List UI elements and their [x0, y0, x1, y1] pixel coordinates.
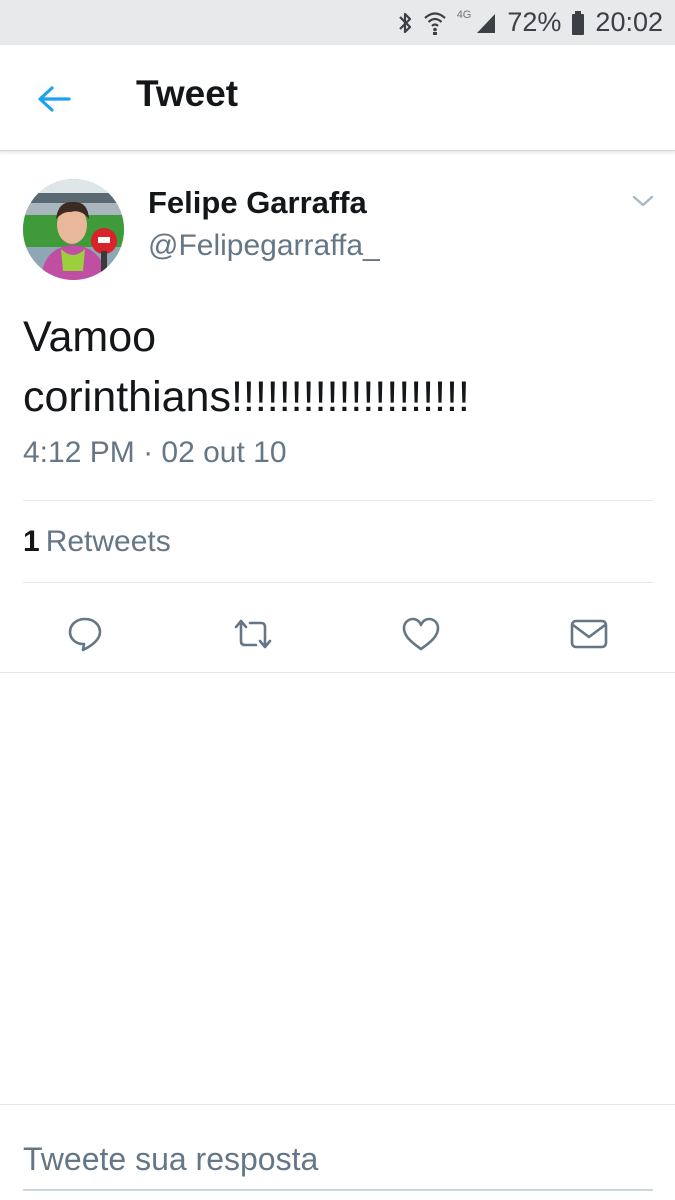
tweet-actions: [0, 601, 675, 671]
reply-bar: [0, 1104, 675, 1200]
retweet-stats[interactable]: 1 Retweets: [23, 525, 171, 559]
share-message-icon: [570, 619, 608, 649]
bluetooth-icon: [397, 11, 413, 35]
battery-icon: [571, 10, 585, 36]
status-bar: 4G 72% 20:02: [0, 0, 675, 45]
back-arrow-icon: [38, 86, 71, 112]
chevron-down-icon: [632, 195, 654, 207]
wifi-icon: [423, 10, 447, 36]
retweet-button[interactable]: [228, 609, 278, 659]
divider: [0, 672, 675, 673]
tweet-date: 02 out 10: [161, 436, 287, 469]
divider: [23, 500, 653, 501]
retweet-icon: [234, 619, 272, 649]
author-handle[interactable]: @Felipegarraffa_: [148, 229, 380, 263]
like-icon: [402, 617, 440, 651]
direct-message-button[interactable]: [564, 609, 614, 659]
battery-percentage: 72%: [507, 7, 562, 37]
network-type-label: 4G: [456, 8, 472, 21]
page-title: Tweet: [136, 73, 239, 114]
like-button[interactable]: [396, 609, 446, 659]
divider: [23, 582, 653, 583]
tweet-text: Vamoo corinthians!!!!!!!!!!!!!!!!!!!!: [23, 313, 470, 421]
reply-button[interactable]: [60, 609, 110, 659]
tweet-timestamp: 4:12 PM · 02 out 10: [23, 436, 287, 470]
retweet-label: Retweets: [45, 525, 171, 558]
retweet-count: 1: [23, 525, 40, 558]
back-button[interactable]: [34, 79, 74, 119]
app-bar: Tweet: [0, 45, 675, 151]
reply-input[interactable]: [23, 1129, 653, 1191]
status-time: 20:02: [595, 7, 663, 37]
signal-icon: [475, 11, 497, 35]
reply-icon: [68, 617, 102, 652]
meta-separator: ·: [143, 436, 154, 469]
author-name[interactable]: Felipe Garraffa: [148, 185, 367, 221]
tweet-menu-button[interactable]: [630, 191, 656, 211]
tweet-time: 4:12 PM: [23, 436, 135, 469]
avatar[interactable]: [23, 179, 124, 280]
